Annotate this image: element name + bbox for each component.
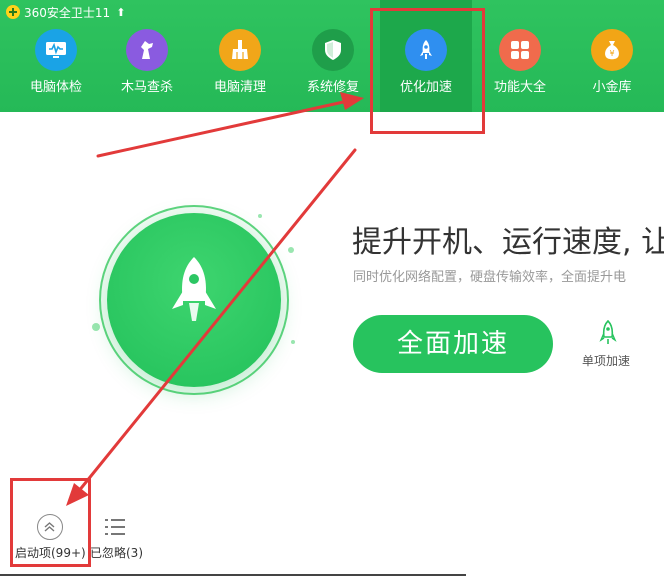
- nav-label: 电脑体检: [29, 80, 82, 95]
- nav-label: 小金库: [592, 80, 632, 95]
- nav-label: 木马查杀: [120, 80, 173, 95]
- nav-item-computer-checkup[interactable]: 电脑体检: [10, 0, 102, 112]
- nav-item-system-repair[interactable]: 系统修复: [287, 0, 379, 112]
- broom-icon: [219, 29, 261, 71]
- nav-label: 系统修复: [306, 80, 359, 95]
- full-speedup-button[interactable]: 全面加速: [353, 315, 553, 373]
- decor-dot: [92, 323, 100, 331]
- nav-item-treasury[interactable]: ¥ 小金库: [566, 0, 658, 112]
- nav-item-computer-cleanup[interactable]: 电脑清理: [194, 0, 286, 112]
- headline: 提升开机、运行速度, 让: [352, 225, 664, 260]
- grid-icon: [499, 29, 541, 71]
- monitor-icon: [35, 29, 77, 71]
- single-item-speedup-link[interactable]: 单项加速: [582, 352, 630, 369]
- svg-text:¥: ¥: [609, 49, 614, 58]
- decor-dot: [258, 214, 262, 218]
- description: 同时优化网络配置，硬盘传输效率，全面提升电: [353, 270, 627, 285]
- highlight-box-optimize: [370, 8, 485, 134]
- nav-label: 电脑清理: [213, 80, 266, 95]
- speedup-badge: [107, 213, 281, 387]
- highlight-box-startup: [10, 478, 91, 567]
- nav-item-trojan-scan[interactable]: 木马查杀: [101, 0, 193, 112]
- app-window: 360安全卫士11 ⬆ 电脑体检 木马查杀 电脑清理 系统修复 优化加速 功能大…: [0, 0, 664, 577]
- shield-icon: [312, 29, 354, 71]
- small-rocket-icon[interactable]: [598, 320, 618, 346]
- top-toolbar: 360安全卫士11 ⬆ 电脑体检 木马查杀 电脑清理 系统修复 优化加速 功能大…: [0, 0, 664, 112]
- bottom-divider: [0, 574, 466, 576]
- money-bag-icon: ¥: [591, 29, 633, 71]
- nav-item-feature-center[interactable]: 功能大全: [474, 0, 566, 112]
- nav-label: 功能大全: [493, 80, 546, 95]
- horse-icon: [126, 29, 168, 71]
- rocket-icon: [172, 257, 216, 321]
- decor-dot: [288, 247, 294, 253]
- list-icon[interactable]: [104, 516, 126, 538]
- decor-dot: [291, 340, 295, 344]
- ignored-items-link[interactable]: 已忽略(3): [90, 544, 143, 561]
